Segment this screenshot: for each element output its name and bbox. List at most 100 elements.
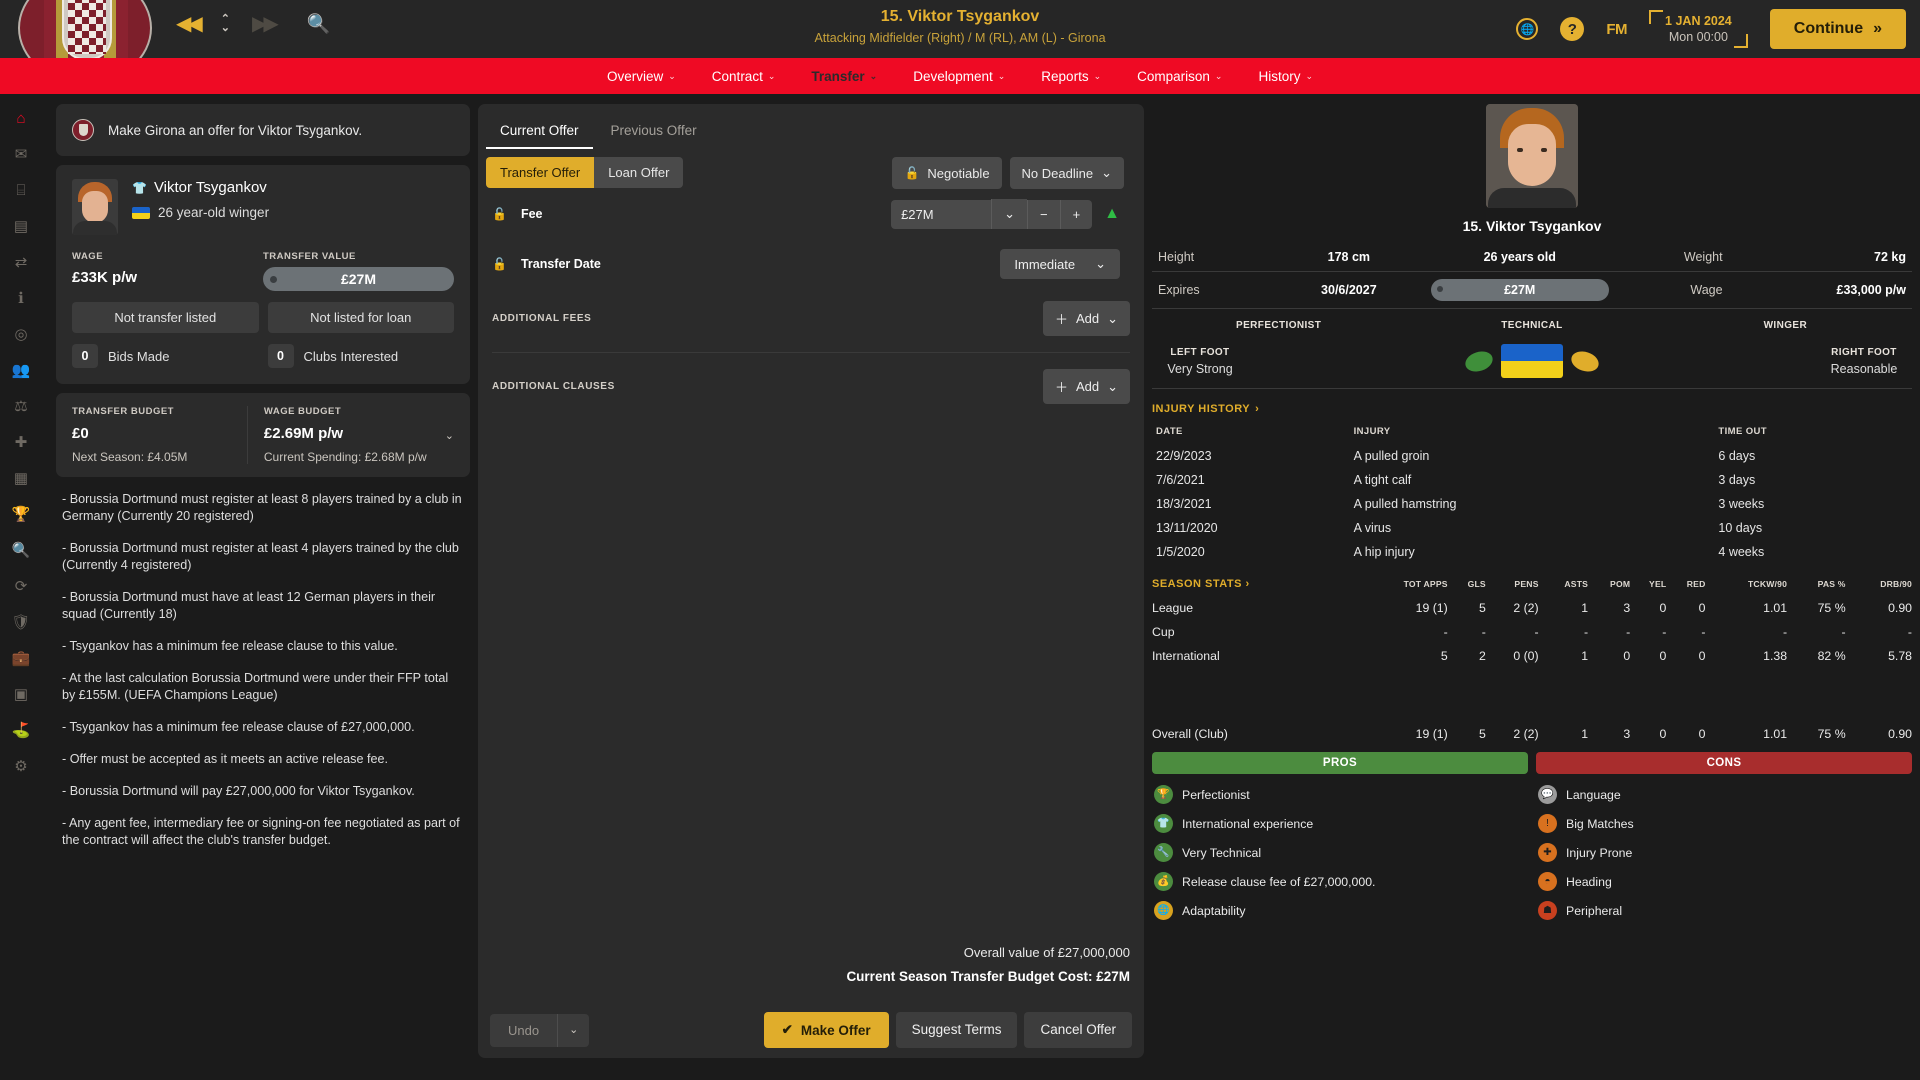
- refresh-icon[interactable]: ⟳: [11, 576, 31, 596]
- slider-knob[interactable]: [1436, 286, 1443, 292]
- injury-history-header[interactable]: INJURY HISTORY ›: [1152, 389, 1912, 423]
- trophy-icon[interactable]: 🏆: [11, 504, 31, 524]
- alert-icon: !: [1538, 814, 1557, 833]
- nav-item-label: Contract: [711, 68, 763, 84]
- chevron-down-icon[interactable]: ⌄: [445, 429, 454, 442]
- transfer-date-controls: Immediate ⌄: [1000, 249, 1130, 279]
- pro-item: 🔧 Very Technical: [1152, 838, 1528, 867]
- lock-icon[interactable]: 🔓: [492, 207, 507, 221]
- game-date-value: 1 JAN 2024: [1665, 14, 1732, 28]
- fee-input[interactable]: £27M: [891, 199, 992, 229]
- pitch-icon[interactable]: ⛳: [11, 720, 31, 740]
- player-name[interactable]: Viktor Tsygankov: [154, 179, 267, 196]
- undo-dropdown-icon[interactable]: ⌄: [557, 1013, 590, 1047]
- fast-forward-icon[interactable]: ▶▶: [252, 14, 279, 34]
- lock-icon[interactable]: 🔓: [492, 257, 507, 271]
- fee-dropdown-button[interactable]: ⌄: [991, 199, 1027, 229]
- transfer-icon[interactable]: ⇄: [11, 252, 31, 272]
- trait-technical: TECHNICAL: [1501, 320, 1563, 331]
- transfer-date-row: 🔓 Transfer Date Immediate ⌄: [478, 239, 1144, 289]
- season-stats-label[interactable]: SEASON STATS ›: [1152, 578, 1356, 596]
- shirt-icon: 👕: [132, 180, 147, 195]
- injury-cell: A pulled hamstring: [1353, 497, 1457, 511]
- chevron-down-icon: ⌄: [997, 70, 1006, 81]
- stadium-icon[interactable]: ⌸: [11, 180, 31, 200]
- stat-cell: -: [1907, 625, 1912, 639]
- table-row: 13/11/2020 A virus 10 days: [1152, 516, 1912, 540]
- deadline-select[interactable]: No Deadline ⌄: [1009, 157, 1124, 189]
- fm-logo-icon[interactable]: FM: [1606, 21, 1627, 38]
- segment-loan-offer[interactable]: Loan Offer: [594, 157, 684, 188]
- tab-current-offer[interactable]: Current Offer: [486, 115, 593, 149]
- plus-cross-icon: ✚: [1538, 843, 1557, 862]
- nav-item-development[interactable]: Development ⌄: [907, 66, 1011, 87]
- stat-cell: 1: [1581, 601, 1589, 615]
- negotiable-button[interactable]: 🔓 Negotiable: [892, 157, 1002, 189]
- nav-item-transfer[interactable]: Transfer ⌄: [805, 66, 883, 87]
- right-foot-block: RIGHT FOOT Reasonable: [1816, 347, 1912, 376]
- transfer-value-slider[interactable]: £27M: [263, 267, 454, 291]
- segment-transfer-offer[interactable]: Transfer Offer: [486, 157, 595, 188]
- tactics-icon[interactable]: ◎: [11, 324, 31, 344]
- squad-icon[interactable]: 👥: [11, 360, 31, 380]
- weight-label: Weight: [1614, 243, 1729, 272]
- nav-item-comparison[interactable]: Comparison ⌄: [1131, 66, 1228, 87]
- nav-item-reports[interactable]: Reports ⌄: [1035, 66, 1107, 87]
- stats-table-body: League 19 (1) 5 2 (2) 1 3 0 0 1.01 75 % 0.90 Cup - - -…: [1152, 596, 1912, 746]
- right-foot-value: Reasonable: [1830, 361, 1898, 376]
- finances-icon[interactable]: ▣: [11, 684, 31, 704]
- settings-icon[interactable]: ⚙: [11, 756, 31, 776]
- rewind-icon[interactable]: ◀◀: [176, 14, 203, 34]
- contract-value-slider[interactable]: £27M: [1430, 279, 1609, 301]
- injury-table-body: 22/9/2023 A pulled groin 6 days 7/6/2021 A t…: [1152, 444, 1912, 564]
- nav-item-contract[interactable]: Contract ⌄: [706, 66, 782, 87]
- make-offer-button[interactable]: ✔ Make Offer: [763, 1012, 889, 1048]
- injury-cell: 1/5/2020: [1156, 545, 1205, 559]
- stat-col-header: TCKW/90: [1747, 579, 1788, 589]
- undo-label[interactable]: Undo: [490, 1013, 558, 1047]
- fee-decrement-button[interactable]: −: [1026, 199, 1060, 229]
- continue-button[interactable]: Continue »: [1769, 9, 1906, 49]
- season-stats-header[interactable]: [1152, 564, 1912, 578]
- loan-status-pill[interactable]: Not listed for loan: [267, 302, 454, 333]
- trait-header-row: PERFECTIONIST TECHNICAL WINGER: [1152, 313, 1912, 338]
- schedule-icon[interactable]: ▦: [11, 468, 31, 488]
- injury-cell: 4 weeks: [1718, 545, 1765, 559]
- tab-previous-offer[interactable]: Previous Offer: [597, 115, 711, 149]
- search-icon[interactable]: 🔍: [11, 540, 31, 560]
- trait-winger: WINGER: [1763, 320, 1808, 331]
- add-fee-button[interactable]: ＋ Add ⌄: [1042, 301, 1130, 336]
- chevron-down-icon: ⌄: [1305, 70, 1314, 81]
- home-icon[interactable]: ⌂: [11, 108, 31, 128]
- search-icon[interactable]: 🔍: [307, 15, 331, 34]
- transfer-status-pill[interactable]: Not transfer listed: [72, 302, 259, 333]
- player-detail-name: 15. Viktor Tsygankov: [1462, 218, 1602, 234]
- shield-icon[interactable]: 🛡: [11, 612, 31, 632]
- medical-icon[interactable]: ✚: [11, 432, 31, 452]
- cons-list: 💬 Language! Big Matches ✚ Injury Prone ◓ Headi…: [1536, 780, 1912, 925]
- fee-label: Fee: [520, 207, 543, 221]
- globe-icon[interactable]: 🌐: [1516, 18, 1539, 40]
- transfer-date-select[interactable]: Immediate ⌄: [1000, 249, 1120, 279]
- clipboard-icon[interactable]: ▤: [11, 216, 31, 236]
- cancel-offer-button[interactable]: Cancel Offer: [1024, 1012, 1132, 1048]
- training-icon[interactable]: ⚖: [11, 396, 31, 416]
- stat-cell: -: [1782, 625, 1788, 639]
- add-clause-button[interactable]: ＋ Add ⌄: [1042, 369, 1130, 404]
- stat-cell: 3: [1623, 727, 1631, 741]
- speed-updown-icon[interactable]: ⌃ ⌄: [221, 14, 230, 34]
- suggest-terms-button[interactable]: Suggest Terms: [895, 1012, 1018, 1048]
- slider-knob[interactable]: [270, 275, 277, 283]
- fee-increment-button[interactable]: +: [1059, 199, 1093, 229]
- con-label: Big Matches: [1566, 816, 1634, 831]
- undo-control[interactable]: Undo ⌄: [490, 1013, 590, 1047]
- info-icon[interactable]: ℹ: [11, 288, 31, 308]
- left-foot-icon: [1462, 347, 1496, 375]
- inbox-icon[interactable]: ✉: [11, 144, 31, 164]
- nav-item-history[interactable]: History ⌄: [1252, 66, 1319, 87]
- help-icon[interactable]: ?: [1560, 17, 1585, 41]
- left-column: Make Girona an offer for Viktor Tsyganko…: [56, 104, 470, 864]
- nav-item-overview[interactable]: Overview ⌄: [601, 66, 682, 87]
- player-description: 26 year-old winger: [158, 205, 270, 220]
- briefcase-icon[interactable]: 💼: [11, 648, 31, 668]
